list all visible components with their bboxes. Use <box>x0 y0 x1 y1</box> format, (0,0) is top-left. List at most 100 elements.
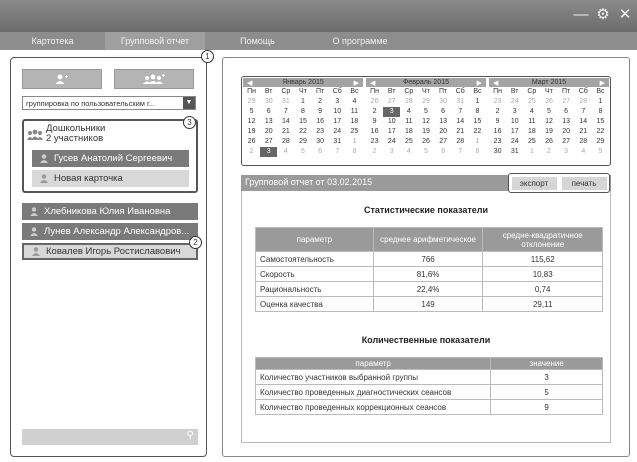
calendar-day[interactable]: 1 <box>294 97 311 107</box>
calendar-day[interactable]: 7 <box>452 147 469 157</box>
group-member-item[interactable]: Гусев Анатолий Сергеевич <box>32 150 189 167</box>
calendar-day[interactable]: 12 <box>417 117 434 127</box>
calendar-day[interactable]: 29 <box>243 97 260 107</box>
calendar-day[interactable]: 14 <box>575 117 592 127</box>
calendar-day[interactable]: 30 <box>312 137 329 147</box>
calendar-day[interactable]: 31 <box>329 137 346 147</box>
calendar-day[interactable]: 19 <box>540 127 557 137</box>
minimize-icon[interactable]: — <box>573 7 589 23</box>
calendar-day[interactable]: 19 <box>417 127 434 137</box>
calendar-day[interactable]: 11 <box>523 117 540 127</box>
calendar-day[interactable]: 7 <box>575 107 592 117</box>
calendar-day[interactable]: 26 <box>366 97 383 107</box>
calendar-day[interactable]: 10 <box>329 107 346 117</box>
menu-item-group-report[interactable]: Групповой отчет <box>105 32 205 50</box>
calendar-day[interactable]: 30 <box>260 97 277 107</box>
calendar-day-selected[interactable]: 3 <box>383 107 401 117</box>
calendar-day[interactable]: 26 <box>243 137 260 147</box>
calendar-day[interactable]: 23 <box>489 137 506 147</box>
calendar-day[interactable]: 30 <box>435 97 452 107</box>
calendar-day[interactable]: 9 <box>489 117 506 127</box>
calendar-day[interactable]: 25 <box>346 127 363 137</box>
calendar-day[interactable]: 2 <box>540 147 557 157</box>
calendar-day[interactable]: 13 <box>435 117 452 127</box>
calendar-day[interactable]: 22 <box>294 127 311 137</box>
calendar-day[interactable]: 12 <box>540 117 557 127</box>
next-month-icon[interactable]: ▶ <box>354 79 359 87</box>
calendar-day[interactable]: 26 <box>540 137 557 147</box>
chevron-down-icon[interactable]: ▼ <box>183 97 195 109</box>
settings-gear-icon[interactable]: ⚙ <box>595 7 611 23</box>
export-button[interactable]: экспорт <box>511 176 557 190</box>
calendar-day[interactable]: 15 <box>294 117 311 127</box>
calendar-day[interactable]: 25 <box>400 137 417 147</box>
calendar-day[interactable]: 4 <box>277 147 294 157</box>
calendar-day[interactable]: 13 <box>558 117 575 127</box>
calendar-day[interactable]: 22 <box>469 127 486 137</box>
calendar-day[interactable]: 29 <box>592 137 609 147</box>
calendar-day[interactable]: 6 <box>260 107 277 117</box>
calendar-day[interactable]: 8 <box>469 107 486 117</box>
user-list-item[interactable]: Хлебникова Юлия Ивановна <box>22 203 198 220</box>
add-user-button[interactable] <box>22 69 102 89</box>
calendar-day[interactable]: 27 <box>260 137 277 147</box>
calendar-day[interactable]: 14 <box>277 117 294 127</box>
print-button[interactable]: печать <box>561 176 607 190</box>
menu-item-cards[interactable]: Картотека <box>0 32 105 50</box>
calendar-day[interactable]: 8 <box>294 107 311 117</box>
calendar-day[interactable]: 19 <box>243 127 260 137</box>
calendar-day[interactable]: 5 <box>243 107 260 117</box>
calendar-day[interactable]: 29 <box>417 97 434 107</box>
calendar-day[interactable]: 23 <box>312 127 329 137</box>
calendar-day[interactable]: 4 <box>400 107 417 117</box>
calendar-day[interactable]: 3 <box>383 147 400 157</box>
calendar-day[interactable]: 9 <box>366 117 383 127</box>
calendar-day[interactable]: 31 <box>506 147 523 157</box>
calendar-day[interactable]: 2 <box>312 97 329 107</box>
group-card[interactable]: Дошкольники 2 участников Гусев Анатолий … <box>22 119 198 193</box>
calendar-day[interactable]: 24 <box>329 127 346 137</box>
calendar-day[interactable]: 8 <box>469 147 486 157</box>
search-icon[interactable]: ⚲ <box>187 430 194 441</box>
calendar-day[interactable]: 8 <box>346 147 363 157</box>
calendar-day[interactable]: 7 <box>277 107 294 117</box>
calendar-day[interactable]: 5 <box>540 107 557 117</box>
calendar-day[interactable]: 1 <box>469 137 486 147</box>
calendar-day[interactable]: 25 <box>523 97 540 107</box>
calendar-day[interactable]: 20 <box>435 127 452 137</box>
calendar-day[interactable]: 16 <box>489 127 506 137</box>
calendar-day[interactable]: 2 <box>489 107 506 117</box>
calendar-day[interactable]: 17 <box>329 117 346 127</box>
calendar-day[interactable]: 28 <box>575 97 592 107</box>
calendar-day[interactable]: 24 <box>383 137 400 147</box>
calendar-day[interactable]: 6 <box>435 147 452 157</box>
calendar-day[interactable]: 16 <box>312 117 329 127</box>
calendar-day[interactable]: 1 <box>469 97 486 107</box>
calendar-day[interactable]: 2 <box>366 147 383 157</box>
calendar-day[interactable]: 29 <box>294 137 311 147</box>
calendar-day[interactable]: 1 <box>346 137 363 147</box>
calendar-day[interactable]: 24 <box>506 137 523 147</box>
calendar-day[interactable]: 4 <box>400 147 417 157</box>
calendar-day[interactable]: 28 <box>400 97 417 107</box>
calendar-day[interactable]: 1 <box>523 147 540 157</box>
calendar-day[interactable]: 21 <box>575 127 592 137</box>
calendar-day[interactable]: 17 <box>383 127 400 137</box>
calendar-day[interactable]: 18 <box>523 127 540 137</box>
calendar-day[interactable]: 18 <box>346 117 363 127</box>
calendar-day[interactable]: 12 <box>243 117 260 127</box>
add-group-button[interactable] <box>114 69 194 89</box>
calendar-day[interactable]: 3 <box>558 147 575 157</box>
search-input[interactable]: ⚲ <box>22 429 198 445</box>
calendar-day[interactable]: 14 <box>452 117 469 127</box>
calendar-day[interactable]: 5 <box>417 107 434 117</box>
calendar-day[interactable]: 23 <box>366 137 383 147</box>
calendar-day[interactable]: 27 <box>435 137 452 147</box>
calendar-day[interactable]: 7 <box>452 107 469 117</box>
calendar-day[interactable]: 8 <box>592 107 609 117</box>
calendar-day[interactable]: 17 <box>506 127 523 137</box>
next-month-icon[interactable]: ▶ <box>600 79 605 87</box>
calendar-day[interactable]: 25 <box>523 137 540 147</box>
calendar-day[interactable]: 20 <box>260 127 277 137</box>
next-month-icon[interactable]: ▶ <box>477 79 482 87</box>
